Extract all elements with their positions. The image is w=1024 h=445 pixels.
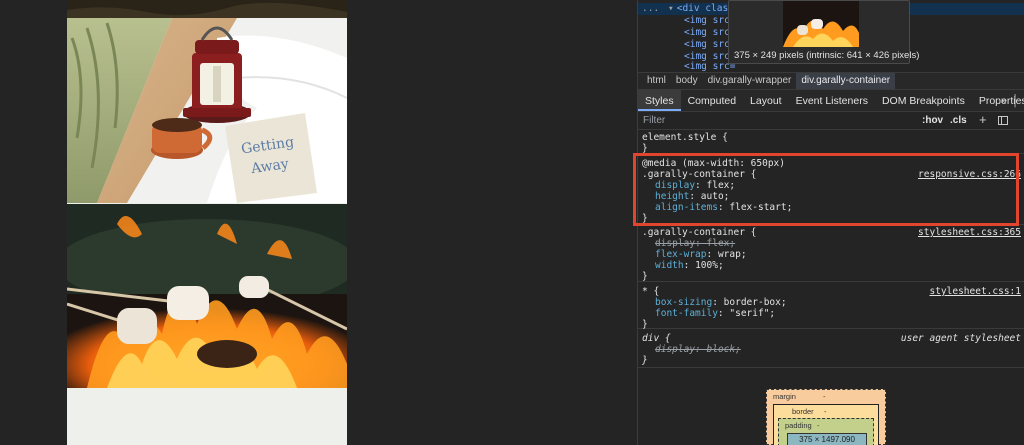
devtools-subtabs: Styles Computed Layout Event Listeners D… [638,90,1024,112]
rule-div-user-agent[interactable]: div { user agent stylesheet display: blo… [638,330,1024,368]
tooltip-text: 375 × 249 pixels (intrinsic: 641 × 426 p… [734,50,920,61]
tab-event-listeners[interactable]: Event Listeners [789,90,875,111]
declaration-overridden[interactable]: display: flex; [655,238,735,249]
breadcrumb-body[interactable]: body [671,73,703,89]
tab-layout[interactable]: Layout [743,90,789,111]
box-model-border[interactable]: border - padding - 375 × 1497.090 [773,404,879,445]
gallery-image-lantern[interactable]: Getting Away [67,18,347,203]
source-link-stylesheet-css[interactable]: stylesheet.css:1 [929,286,1021,297]
tab-computed[interactable]: Computed [681,90,743,111]
declaration-overridden[interactable]: display: block; [655,344,741,355]
highlight-annotation-box [633,153,1019,226]
breadcrumb: html body div.garally-wrapper div.garall… [638,72,1024,90]
tab-styles[interactable]: Styles [638,90,681,111]
declaration[interactable]: width: 100%; [655,260,724,271]
rule-selector: div { [642,333,671,344]
tab-menu-icon[interactable]: │ [1012,90,1019,112]
breadcrumb-garally-wrapper[interactable]: div.garally-wrapper [703,73,797,89]
dom-ellipsis[interactable]: ... [642,3,659,15]
gallery-image-campfire[interactable] [67,204,347,388]
toggle-sidebar-icon[interactable] [998,116,1008,125]
class-toggle[interactable]: .cls [950,115,967,126]
hover-state-toggle[interactable]: :hov [922,115,943,126]
rule-selector: .garally-container { [642,227,757,238]
box-model-margin[interactable]: margin - border - padding - 375 × 1497.0… [766,389,886,445]
rule-selector: * { [642,286,660,297]
more-tabs-chevron-icon[interactable]: » [1001,90,1007,112]
dom-node-label: <div class [676,3,734,14]
rule-garally-container[interactable]: .garally-container { stylesheet.css:365 … [638,226,1024,282]
tab-dom-breakpoints[interactable]: DOM Breakpoints [875,90,972,111]
rule-universal[interactable]: * { stylesheet.css:1 box-sizing: border-… [638,283,1024,330]
mobile-page-preview: Getting Away [67,0,347,445]
source-user-agent: user agent stylesheet [900,333,1021,344]
breadcrumb-html[interactable]: html [642,73,671,89]
declaration[interactable]: flex-wrap: wrap; [655,249,747,260]
source-link-stylesheet-css[interactable]: stylesheet.css:365 [918,227,1021,238]
expand-triangle-icon[interactable]: ▾ [668,3,674,14]
tooltip-thumbnail [783,1,859,47]
page-empty-area [67,388,347,445]
gallery-image-partial[interactable] [67,0,347,18]
styles-filter-input[interactable] [643,115,843,126]
box-model-padding[interactable]: padding - 375 × 1497.090 [778,418,874,445]
declaration[interactable]: font-family: "serif"; [655,308,775,319]
declaration[interactable]: box-sizing: border-box; [655,297,787,308]
box-model-content[interactable]: 375 × 1497.090 [787,433,867,445]
rule-element-style[interactable]: element.style { } [638,130,1024,154]
new-rule-plus-icon[interactable]: + [979,112,987,127]
image-size-tooltip: 375 × 249 pixels (intrinsic: 641 × 426 p… [728,0,919,64]
styles-filter-bar: :hov .cls + [638,112,1024,130]
breadcrumb-garally-container[interactable]: div.garally-container [796,73,896,89]
